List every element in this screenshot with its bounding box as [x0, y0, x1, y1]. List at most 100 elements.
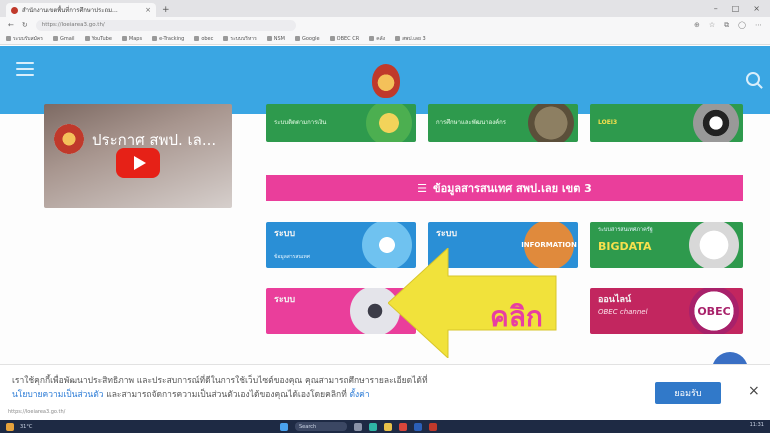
- bookmark-icon: [295, 36, 300, 41]
- browser-tab[interactable]: สำนักงานเขตพื้นที่การศึกษาประถม... ×: [6, 3, 156, 17]
- back-icon[interactable]: ←: [8, 21, 14, 29]
- cookie-message-line2: นโยบายความเป็นส่วนตัว และสามารถจัดการควา…: [12, 387, 370, 401]
- bookmark-icon: [369, 36, 375, 41]
- maximize-icon[interactable]: □: [732, 4, 740, 13]
- bookmark-label: obec: [201, 35, 214, 42]
- profile-icon[interactable]: ◯: [738, 21, 746, 30]
- obec-channel-label: OBEC channel: [598, 308, 648, 316]
- money-icon: [366, 104, 412, 142]
- tab-title: สำนักงานเขตพื้นที่การศึกษาประถม...: [22, 7, 118, 14]
- system-banner-3-title: ระบบสารสนเทศภาครัฐ: [598, 227, 653, 233]
- taskbar-clock: 11:31: [749, 422, 764, 428]
- more-menu-icon[interactable]: ⋯: [755, 21, 762, 30]
- bookmark-item[interactable]: obec: [194, 36, 213, 42]
- bookmark-item[interactable]: YouTube: [84, 35, 112, 42]
- system-banner-1-sub: ข้อมูลสารสนเทศ: [274, 254, 310, 260]
- site-logo[interactable]: [372, 64, 400, 98]
- banner-finance-label: ระบบติดตามการเงิน: [274, 119, 327, 127]
- bookmark-icon: [194, 36, 200, 41]
- chart-photo-icon: [689, 222, 739, 268]
- bookmark-label: Google: [302, 35, 320, 42]
- section-header: ☰ ข้อมูลสารสนเทศ สพป.เลย เขต 3: [266, 175, 743, 201]
- bookmark-icon: [6, 36, 11, 41]
- bookmark-label: Maps: [128, 35, 143, 42]
- bookmark-item[interactable]: ระบบรับสมัคร: [6, 35, 43, 43]
- system-banner-bigdata[interactable]: ระบบสารสนเทศภาครัฐ BIGDATA: [590, 222, 743, 268]
- bookmark-item[interactable]: สพป.เลย 3: [395, 35, 426, 43]
- bookmark-icon: [266, 36, 272, 41]
- target-icon: [693, 104, 739, 142]
- accept-cookies-button[interactable]: ยอมรับ: [655, 382, 721, 404]
- zoom-icon[interactable]: ⊕: [694, 21, 700, 30]
- edge-icon[interactable]: [369, 422, 377, 431]
- click-label: คลิก: [490, 300, 543, 333]
- new-tab-icon[interactable]: +: [162, 5, 170, 15]
- taskbar-apps: Search: [280, 422, 437, 431]
- system-banner-4-title: ระบบ: [274, 295, 296, 305]
- bookmark-label: คลัง: [376, 35, 386, 42]
- bookmark-item[interactable]: OBEC CR: [329, 36, 359, 42]
- address-bar: ← ↻ https://loeiarea3.go.th/ ⊕ ☆ ⧉ ◯ ⋯: [0, 17, 770, 33]
- explorer-icon[interactable]: [384, 422, 392, 431]
- banner-loei3[interactable]: LOEI3: [590, 104, 743, 142]
- banner-development-label: การศึกษาและพัฒนาองค์กร: [436, 119, 507, 127]
- bookmark-label: ระบบรับสมัคร: [13, 35, 43, 42]
- hamburger-menu-icon[interactable]: [16, 62, 34, 80]
- favorite-star-icon[interactable]: ☆: [709, 21, 715, 30]
- privacy-policy-link[interactable]: นโยบายความเป็นส่วนตัว: [12, 390, 104, 400]
- search-icon[interactable]: [746, 72, 760, 86]
- reload-icon[interactable]: ↻: [22, 21, 28, 29]
- start-icon[interactable]: [280, 422, 288, 431]
- bookmark-item[interactable]: ระบบบริหาร: [223, 35, 257, 43]
- browser-tabbar: สำนักงานเขตพื้นที่การศึกษาประถม... × + –…: [0, 0, 770, 17]
- bookmark-icon: [152, 36, 158, 41]
- extensions-icon[interactable]: ⧉: [724, 21, 729, 30]
- app-icon[interactable]: [429, 422, 437, 431]
- cookie-settings-link[interactable]: ตั้งค่า: [350, 390, 370, 400]
- bookmark-label: YouTube: [91, 35, 112, 42]
- status-bar-url: https://loeiarea3.go.th/: [8, 409, 66, 415]
- bookmark-icon: [52, 36, 58, 41]
- cookie-close-icon[interactable]: ×: [748, 383, 760, 399]
- bookmark-icon: [395, 36, 401, 41]
- bigdata-label: BIGDATA: [598, 240, 652, 253]
- taskview-icon[interactable]: [354, 422, 362, 431]
- chrome-icon[interactable]: [399, 422, 407, 431]
- bookmark-item[interactable]: Maps: [121, 35, 143, 42]
- bookmark-item[interactable]: e-Tracking: [152, 36, 184, 42]
- banner-development[interactable]: การศึกษาและพัฒนาองค์กร: [428, 104, 578, 142]
- tab-close-icon[interactable]: ×: [145, 6, 151, 14]
- bookmark-item[interactable]: คลัง: [369, 35, 385, 43]
- bookmark-label: e-Tracking: [159, 35, 185, 42]
- bookmark-item[interactable]: Gmail: [52, 36, 75, 42]
- url-field[interactable]: https://loeiarea3.go.th/: [35, 19, 296, 31]
- video-embed[interactable]: ประกาศ สพป. เล...: [44, 104, 232, 208]
- system-banner-online[interactable]: ออนไลน์ OBEC channel OBEC: [590, 288, 743, 334]
- play-button[interactable]: [116, 148, 160, 178]
- banner-loei3-label: LOEI3: [598, 119, 618, 127]
- banner-finance[interactable]: ระบบติดตามการเงิน: [266, 104, 416, 142]
- obec-channel-logo: OBEC: [689, 288, 739, 334]
- bookmark-icon: [84, 36, 90, 41]
- weather-temp: 31°C: [20, 423, 33, 430]
- weather-icon[interactable]: [6, 422, 14, 431]
- cookie-consent-bar: เราใช้คุกกี้เพื่อพัฒนาประสิทธิภาพ และประ…: [0, 364, 770, 420]
- word-icon[interactable]: [414, 422, 422, 431]
- cookie-message: เราใช้คุกกี้เพื่อพัฒนาประสิทธิภาพ และประ…: [12, 376, 428, 386]
- bookmark-icon: [223, 36, 229, 41]
- window-close-icon[interactable]: ×: [753, 4, 760, 13]
- bookmark-icon: [329, 36, 335, 41]
- system-banner-2-title: ระบบ: [436, 229, 458, 239]
- favicon-icon: [11, 6, 18, 14]
- bookmark-label: ระบบบริหาร: [230, 35, 257, 42]
- bookmark-item[interactable]: NSM: [266, 36, 285, 42]
- window-controls: – □ ×: [714, 4, 770, 17]
- taskbar-search[interactable]: Search: [295, 422, 347, 431]
- meeting-photo-icon: [528, 104, 574, 142]
- windows-taskbar: 31°C Search 11:31: [0, 420, 770, 433]
- bookmarks-bar: ระบบรับสมัคร Gmail YouTube Maps e-Tracking ob…: [0, 33, 770, 45]
- system-banner-5-title: ออนไลน์: [598, 295, 632, 305]
- bookmark-item[interactable]: Google: [295, 36, 320, 42]
- minimize-icon[interactable]: –: [714, 4, 718, 13]
- channel-avatar: [54, 124, 84, 154]
